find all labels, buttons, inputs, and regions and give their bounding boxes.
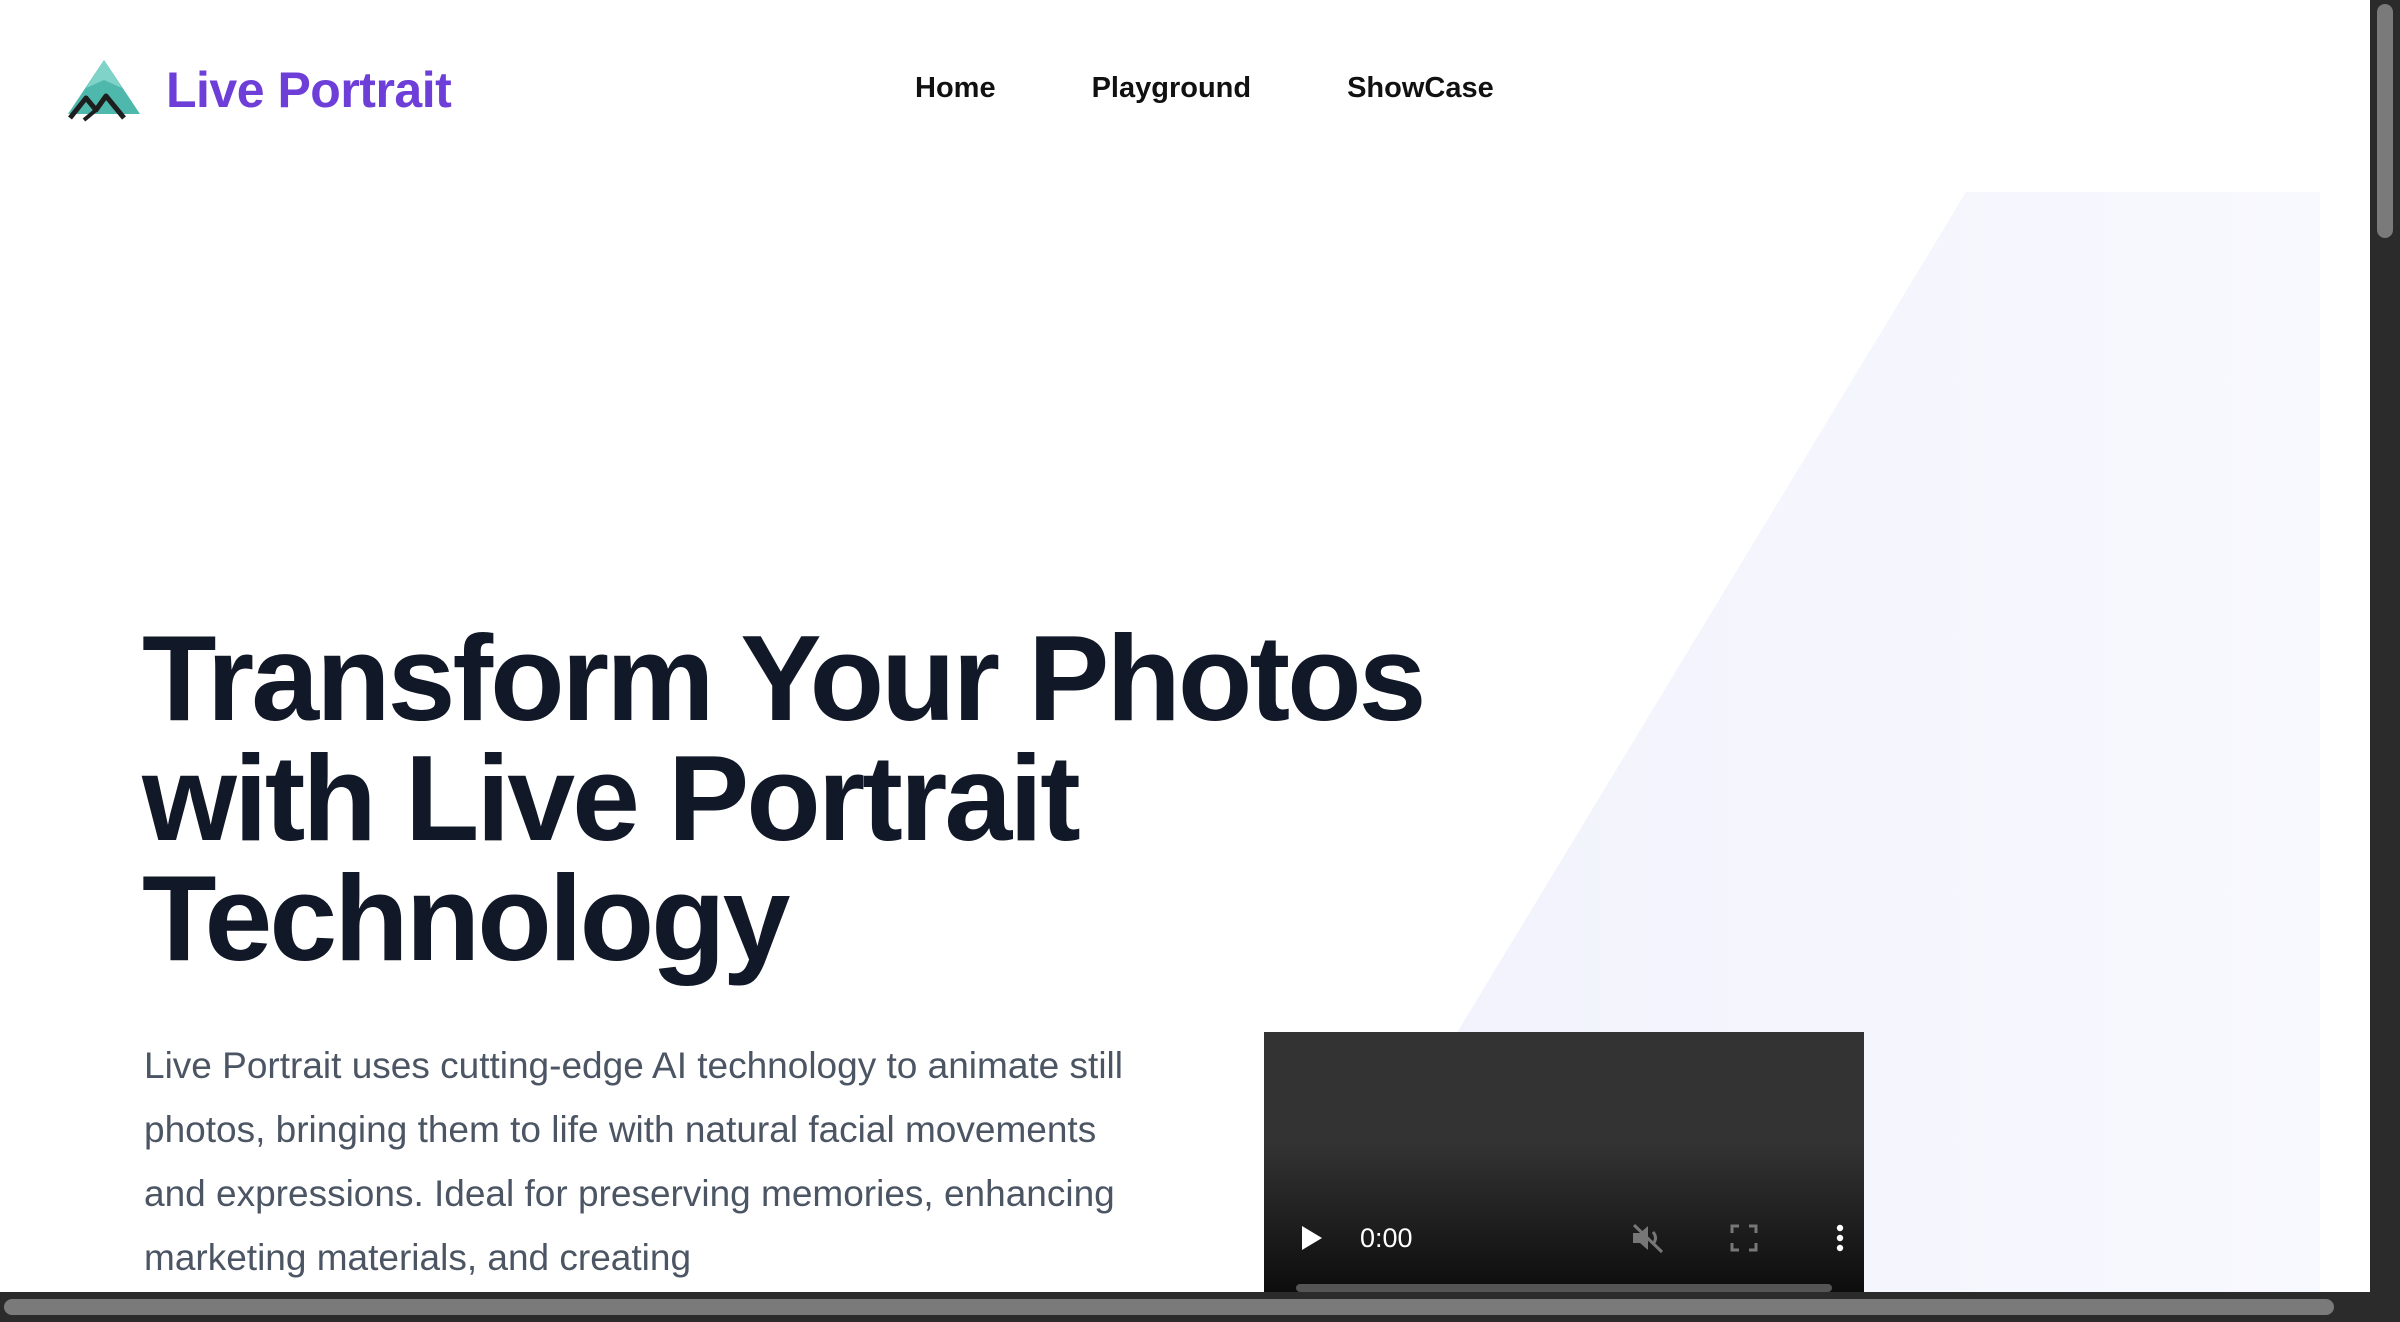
play-button[interactable]	[1288, 1210, 1336, 1266]
hero-title-line-3: Technology	[142, 850, 791, 986]
brand-logo-link[interactable]: Live Portrait	[66, 58, 452, 122]
site-header: Live Portrait Home Playground ShowCase	[0, 0, 2370, 176]
play-icon	[1302, 1226, 1322, 1250]
more-options-button[interactable]	[1816, 1210, 1864, 1266]
mountain-logo-icon	[68, 60, 140, 122]
hero-title-line-2: with Live Portrait	[142, 730, 1081, 866]
hero-title: Transform Your Photos with Live Portrait…	[142, 617, 1542, 979]
horizontal-scrollbar[interactable]	[0, 1292, 2400, 1322]
nav-showcase[interactable]: ShowCase	[1347, 66, 1494, 110]
video-player[interactable]: 0:00	[1264, 1032, 1864, 1292]
vertical-scrollbar[interactable]	[2370, 0, 2400, 1292]
mute-button[interactable]	[1624, 1210, 1672, 1266]
hero-title-line-1: Transform Your Photos	[142, 610, 1426, 746]
browser-viewport: Live Portrait Home Playground ShowCase T…	[0, 0, 2370, 1292]
mute-icon	[1632, 1223, 1664, 1254]
main-nav: Home Playground ShowCase	[915, 66, 1494, 110]
nav-home[interactable]: Home	[915, 66, 996, 110]
fullscreen-button[interactable]	[1720, 1210, 1768, 1266]
more-options-icon	[1836, 1224, 1844, 1252]
fullscreen-icon	[1730, 1224, 1758, 1252]
vertical-scrollbar-thumb[interactable]	[2377, 4, 2393, 238]
brand-name: Live Portrait	[166, 62, 452, 118]
video-current-time: 0:00	[1360, 1223, 1413, 1253]
video-progress-bar[interactable]	[1296, 1284, 1832, 1292]
nav-playground[interactable]: Playground	[1092, 66, 1252, 110]
video-controls: 0:00	[1264, 1210, 1864, 1266]
horizontal-scrollbar-thumb[interactable]	[4, 1299, 2334, 1315]
hero-description: Live Portrait uses cutting-edge AI techn…	[144, 1045, 1123, 1278]
